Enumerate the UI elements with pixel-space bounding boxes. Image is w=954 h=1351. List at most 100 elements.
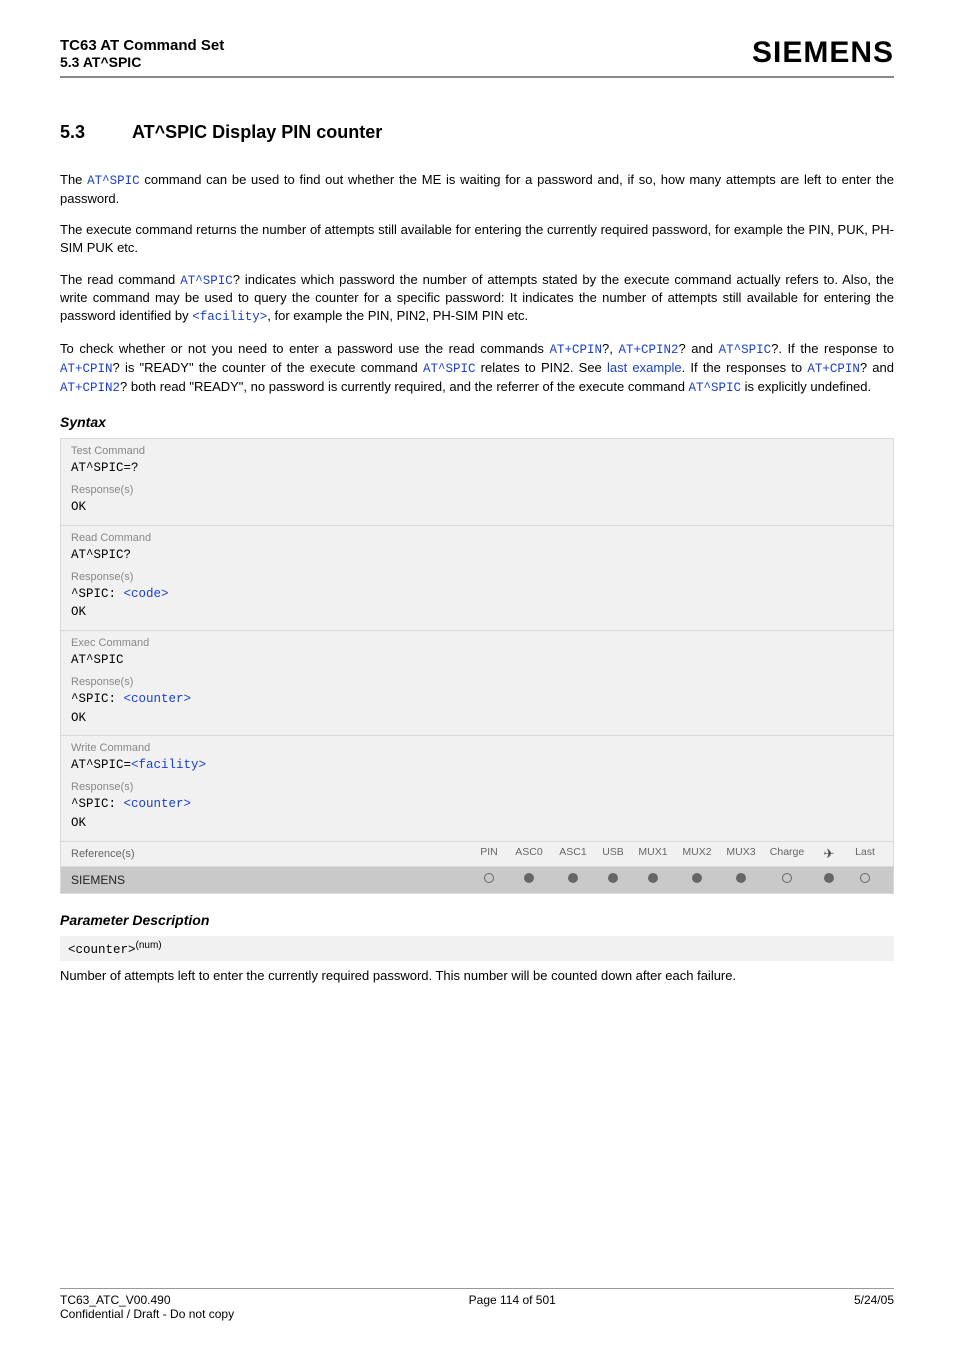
dot-airplane [811,873,847,886]
reference-value-row: SIEMENS [61,867,893,893]
link-counter-param[interactable]: <counter> [124,692,192,706]
text: AT^SPIC= [71,758,131,772]
dot-mux3 [719,873,763,886]
link-atcpin2-b[interactable]: AT+CPIN2 [60,381,120,395]
syntax-box: Test Command AT^SPIC=? Response(s) OK Re… [60,438,894,893]
exec-command-label: Exec Command [71,637,883,649]
dot-mux1 [631,873,675,886]
link-atcpin2[interactable]: AT+CPIN2 [618,343,678,357]
test-command: AT^SPIC=? [71,459,883,478]
syntax-heading: Syntax [60,414,894,430]
test-response-label: Response(s) [71,484,883,496]
exec-response-ok: OK [71,709,883,728]
read-command: AT^SPIC? [71,546,883,565]
text: ? is "READY" the counter of the execute … [113,360,423,375]
link-facility-param[interactable]: <facility> [192,310,267,324]
col-usb: USB [595,846,631,862]
write-response-label: Response(s) [71,781,883,793]
parameter-tag: (num) [136,940,162,951]
section-title-text: AT^SPIC Display PIN counter [132,122,382,142]
footer-right: 5/24/05 [854,1293,894,1307]
text: ?, [602,341,618,356]
airplane-icon: ✈ [811,846,847,862]
paragraph-2: The execute command returns the number o… [60,221,894,256]
footer-confidential: Confidential / Draft - Do not copy [60,1307,894,1321]
text: The read command [60,272,180,287]
text: ? and [678,341,718,356]
col-charge: Charge [763,846,811,862]
exec-response-1: ^SPIC: <counter> [71,690,883,709]
doc-subtitle: 5.3 AT^SPIC [60,54,141,70]
header-divider [60,76,894,78]
paragraph-1: The AT^SPIC command can be used to find … [60,171,894,207]
parameter-description: Number of attempts left to enter the cur… [60,967,894,985]
siemens-logo: SIEMENS [752,36,894,70]
link-atcpin[interactable]: AT+CPIN [549,343,602,357]
footer-divider [60,1288,894,1289]
text: . If the responses to [682,360,808,375]
dot-asc0 [507,873,551,886]
text: ? both read "READY", no password is curr… [120,379,689,394]
paragraph-4: To check whether or not you need to ente… [60,340,894,397]
link-atspic[interactable]: AT^SPIC [87,174,140,188]
link-last-example[interactable]: last example [607,360,682,375]
link-facility-param-2[interactable]: <facility> [131,758,206,772]
footer-center: Page 114 of 501 [469,1293,556,1307]
test-response: OK [71,498,883,517]
link-code-param[interactable]: <code> [124,587,169,601]
write-command: AT^SPIC=<facility> [71,756,883,775]
text: To check whether or not you need to ente… [60,341,549,356]
link-atcpin-c[interactable]: AT+CPIN [807,362,860,376]
footer-left: TC63_ATC_V00.490 [60,1293,171,1307]
paragraph-3: The read command AT^SPIC? indicates whic… [60,271,894,326]
text: The [60,172,87,187]
text: is explicitly undefined. [741,379,871,394]
link-atcpin-b[interactable]: AT+CPIN [60,362,113,376]
link-atspic-2[interactable]: AT^SPIC [719,343,772,357]
text: relates to PIN2. See [475,360,607,375]
link-atspic-read[interactable]: AT^SPIC [180,274,233,288]
text: ^SPIC: [71,692,124,706]
read-command-label: Read Command [71,532,883,544]
dot-charge [763,873,811,886]
dot-asc1 [551,873,595,886]
exec-command: AT^SPIC [71,651,883,670]
write-response-ok: OK [71,814,883,833]
doc-title: TC63 AT Command Set [60,37,224,54]
exec-response-label: Response(s) [71,676,883,688]
text: , for example the PIN, PIN2, PH-SIM PIN … [267,308,528,323]
col-asc0: ASC0 [507,846,551,862]
col-mux3: MUX3 [719,846,763,862]
test-command-label: Test Command [71,445,883,457]
text: ^SPIC: [71,797,124,811]
reference-label: Reference(s) [71,848,471,860]
read-response-ok: OK [71,603,883,622]
exec-command-section: Exec Command AT^SPIC Response(s) ^SPIC: … [61,631,893,736]
test-command-section: Test Command AT^SPIC=? Response(s) OK [61,439,893,526]
write-command-label: Write Command [71,742,883,754]
col-mux2: MUX2 [675,846,719,862]
page-footer: TC63_ATC_V00.490 Page 114 of 501 5/24/05… [60,1288,894,1321]
reference-header-row: Reference(s) PIN ASC0 ASC1 USB MUX1 MUX2… [61,842,893,867]
link-atspic-c[interactable]: AT^SPIC [689,381,742,395]
col-asc1: ASC1 [551,846,595,862]
link-counter-param-2[interactable]: <counter> [124,797,192,811]
read-response-label: Response(s) [71,571,883,583]
reference-vendor: SIEMENS [71,873,471,887]
read-response-1: ^SPIC: <code> [71,585,883,604]
parameter-name: <counter> [68,943,136,957]
col-mux1: MUX1 [631,846,675,862]
dot-last [847,873,883,886]
text: command can be used to find out whether … [60,172,894,206]
dot-usb [595,873,631,886]
write-command-section: Write Command AT^SPIC=<facility> Respons… [61,736,893,841]
dot-pin [471,873,507,886]
section-number: 5.3 [60,122,132,143]
write-response-1: ^SPIC: <counter> [71,795,883,814]
link-atspic-b[interactable]: AT^SPIC [423,362,476,376]
parameter-description-heading: Parameter Description [60,912,894,928]
parameter-name-box: <counter>(num) [60,936,894,961]
col-pin: PIN [471,846,507,862]
text: ?. If the response to [771,341,894,356]
col-last: Last [847,846,883,862]
